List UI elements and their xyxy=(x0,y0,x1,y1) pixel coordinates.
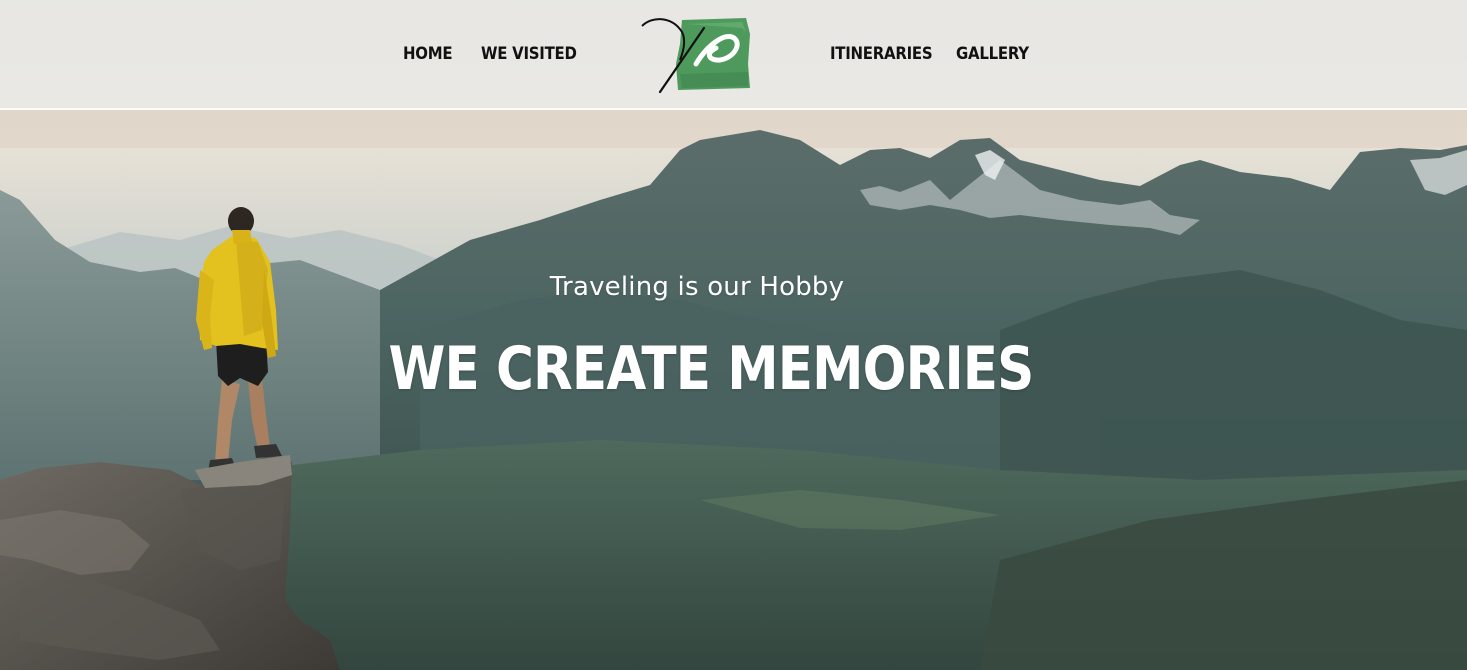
nav-gallery-link[interactable]: GALLERY xyxy=(956,44,1029,64)
hero-headline: WE CREATE MEMORIES xyxy=(388,334,1034,404)
nav-itineraries-link[interactable]: ITINERARIES xyxy=(830,44,933,64)
nav-we-visited-link[interactable]: WE VISITED xyxy=(481,44,577,64)
site-header: HOME WE VISITED ITINERARIES GALLERY xyxy=(0,0,1467,110)
hero-section: HOME WE VISITED ITINERARIES GALLERY Trav… xyxy=(0,0,1467,670)
brush-stroke-heart-logo-icon[interactable] xyxy=(638,14,756,94)
nav-home-link[interactable]: HOME xyxy=(403,44,453,64)
hero-tagline: Traveling is our Hobby xyxy=(549,272,845,302)
